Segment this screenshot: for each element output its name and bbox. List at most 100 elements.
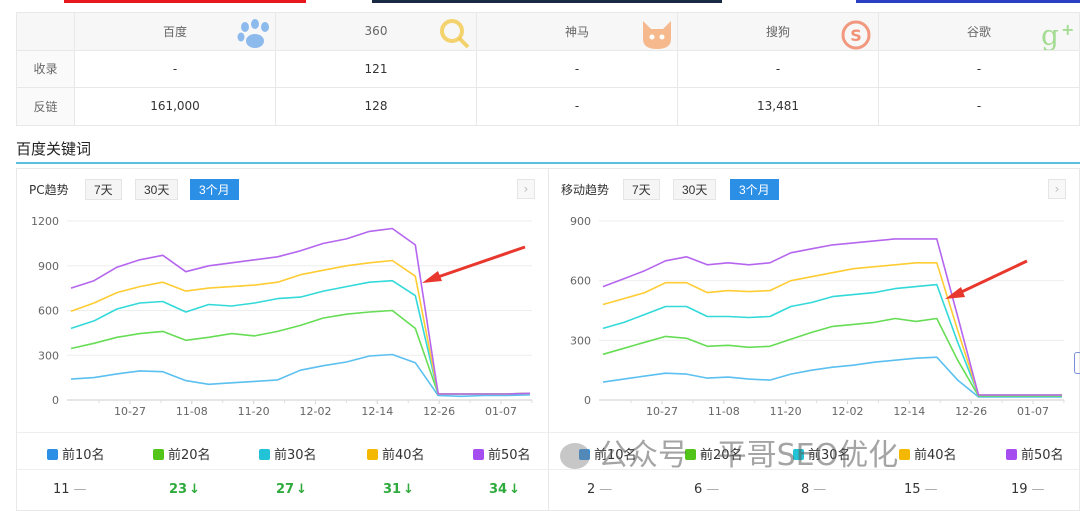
stat-top20: 6— (694, 482, 719, 497)
google-plus-icon: g + (1041, 19, 1074, 49)
row-label: 反链 (16, 87, 75, 126)
section-title: 百度关键词 (16, 140, 92, 158)
engine-name: 搜狗 (765, 24, 790, 39)
y-tick-label: 900 (38, 260, 59, 273)
legend-item-top50[interactable]: 前50名 (1006, 444, 1064, 463)
series-line-top50 (602, 238, 1062, 396)
legend-label: 前50名 (1021, 448, 1064, 463)
stat-top40: 31 ↓ (383, 482, 414, 497)
series-line-top40 (602, 261, 1062, 396)
panel-title: PC趋势 (29, 183, 69, 197)
stats-row: 11— 23 ↓ 27 ↓ 31 ↓ 34 ↓ (17, 470, 548, 510)
magnifier-icon (440, 19, 470, 49)
y-tick-label: 300 (570, 334, 591, 347)
y-tick-label: 900 (570, 215, 591, 228)
sogou-icon: S (841, 20, 871, 50)
range-3m-button[interactable]: 3个月 (730, 179, 779, 200)
stat-value: 8 (801, 482, 810, 497)
legend-item-top40[interactable]: 前40名 (367, 444, 425, 463)
top-strip-red (64, 0, 306, 3)
engine-header-baidu: 百度 (74, 12, 276, 51)
mobile-trend-chart: 0 300 600 900 10-27 11-08 11-20 12-02 12-14 12-26… (570, 215, 1065, 418)
top-strip-dark (372, 0, 722, 3)
arrow-down-icon: ↓ (189, 482, 200, 497)
table-cell: - (476, 49, 678, 88)
table-cell: - (878, 49, 1080, 88)
annotation-arrow-icon (954, 259, 1028, 297)
legend-item-top20[interactable]: 前20名 (153, 444, 211, 463)
range-30d-button[interactable]: 30天 (673, 179, 717, 200)
stat-value: 15 (904, 482, 921, 497)
legend: 前10名 前20名 前30名 前40名 前50名 (549, 432, 1079, 470)
legend-label: 前10名 (62, 448, 105, 463)
pc-trend-panel: PC趋势 7天 30天 3个月 › 0 300 600 900 1200 10-27 11-… (16, 168, 549, 511)
range-3m-button[interactable]: 3个月 (190, 179, 239, 200)
x-tick-label: 12-02 (300, 405, 332, 418)
stat-top20: 23 ↓ (169, 482, 200, 497)
annotation-arrowhead (945, 287, 965, 299)
x-tick-label: 12-14 (361, 405, 393, 418)
range-7d-button[interactable]: 7天 (85, 179, 122, 200)
engine-header-shenma: 神马 (476, 12, 678, 51)
legend-swatch (367, 449, 378, 460)
stat-top50: 34 ↓ (489, 482, 520, 497)
legend-swatch (473, 449, 484, 460)
x-tick-label: 12-26 (955, 405, 987, 418)
legend-swatch (1006, 449, 1017, 460)
legend-item-top10[interactable]: 前10名 (47, 444, 105, 463)
engine-name: 360 (364, 24, 388, 39)
legend-item-top50[interactable]: 前50名 (473, 444, 531, 463)
table-cell: 161,000 (74, 87, 276, 126)
chevron-right-icon[interactable]: › (517, 179, 535, 199)
x-tick-label: 11-20 (770, 405, 802, 418)
fox-icon (643, 21, 671, 49)
engine-name: 谷歌 (966, 24, 991, 39)
section-divider (16, 162, 1080, 164)
svg-text:+: + (1061, 20, 1074, 39)
y-tick-label: 600 (38, 305, 59, 318)
x-tick-label: 10-27 (114, 405, 146, 418)
corner-cell (16, 12, 75, 51)
trend-flat-icon: — (924, 482, 938, 497)
engine-row-backlinks: 反链 161,000 128 - 13,481 - (16, 87, 1080, 126)
legend-item-top30[interactable]: 前30名 (793, 444, 851, 463)
range-30d-button[interactable]: 30天 (135, 179, 179, 200)
legend-item-top10[interactable]: 前10名 (579, 444, 637, 463)
legend-swatch (153, 449, 164, 460)
row-label: 收录 (16, 49, 75, 88)
legend-label: 前40名 (382, 448, 425, 463)
legend-label: 前30名 (808, 448, 851, 463)
legend-swatch (47, 449, 58, 460)
stat-value: 34 (489, 482, 508, 497)
legend-item-top40[interactable]: 前40名 (899, 444, 957, 463)
trend-flat-icon: — (1031, 482, 1045, 497)
legend-swatch (899, 449, 910, 460)
legend-label: 前30名 (274, 448, 317, 463)
stat-value: 6 (694, 482, 703, 497)
range-7d-button[interactable]: 7天 (623, 179, 660, 200)
arrow-down-icon: ↓ (509, 482, 520, 497)
side-handle-icon[interactable] (1074, 352, 1080, 374)
annotation-arrow-icon (431, 245, 526, 281)
x-tick-label: 12-26 (423, 405, 455, 418)
chevron-right-icon[interactable]: › (1048, 179, 1066, 199)
pc-trend-chart: 0 300 600 900 1200 10-27 11-08 11-20 12-02 12-14 1… (31, 215, 533, 418)
stat-top50: 19— (1011, 482, 1045, 497)
engine-header-google: 谷歌 g + (878, 12, 1080, 51)
series-line-top50 (70, 227, 531, 395)
table-cell: - (878, 87, 1080, 126)
series-line-top10 (602, 356, 1062, 398)
x-tick-label: 11-20 (238, 405, 270, 418)
legend-label: 前20名 (168, 448, 211, 463)
stat-top30: 8— (801, 482, 826, 497)
mobile-trend-panel: 移动趋势 7天 30天 3个月 › 0 300 600 900 10-27 11-08 11… (549, 168, 1080, 511)
legend-item-top20[interactable]: 前20名 (685, 444, 743, 463)
series-line-top20 (602, 317, 1062, 397)
table-cell: - (677, 49, 879, 88)
legend-item-top30[interactable]: 前30名 (259, 444, 317, 463)
stat-top10: 2— (587, 482, 612, 497)
top-strip-blue (856, 0, 1080, 3)
y-tick-label: 0 (584, 394, 591, 407)
svg-text:S: S (850, 26, 862, 45)
legend-swatch (793, 449, 804, 460)
